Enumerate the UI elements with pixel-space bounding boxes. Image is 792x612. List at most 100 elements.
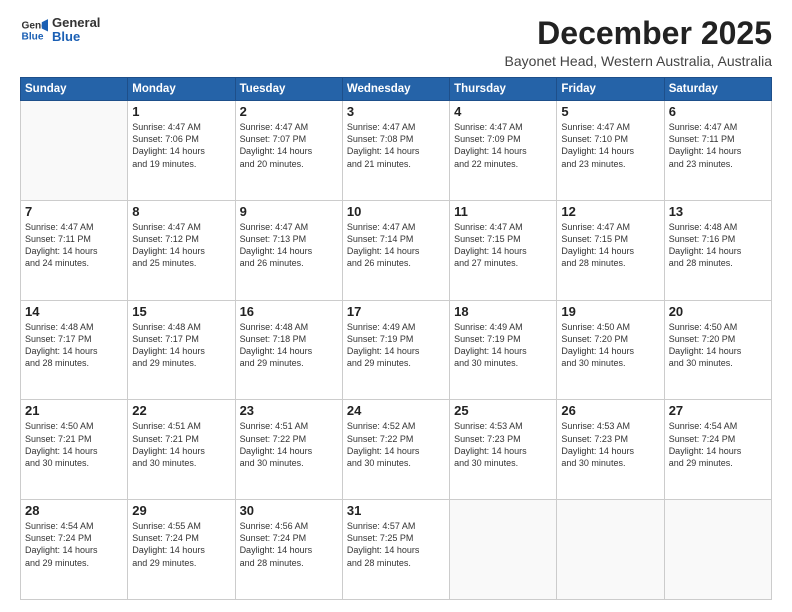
title-block: December 2025 Bayonet Head, Western Aust… [505,16,772,69]
calendar-cell: 6Sunrise: 4:47 AM Sunset: 7:11 PM Daylig… [664,101,771,201]
day-info: Sunrise: 4:52 AM Sunset: 7:22 PM Dayligh… [347,420,445,469]
day-info: Sunrise: 4:50 AM Sunset: 7:20 PM Dayligh… [561,321,659,370]
day-info: Sunrise: 4:49 AM Sunset: 7:19 PM Dayligh… [454,321,552,370]
calendar-cell: 28 Sunrise: 4:54 AM Sunset: 7:24 PM Dayli… [21,500,128,600]
calendar-cell: 11 Sunrise: 4:47 AM Sunset: 7:15 PM Dayli… [450,200,557,300]
calendar-cell [21,101,128,201]
day-info: Sunrise: 4:47 AM Sunset: 7:08 PM Dayligh… [347,121,445,170]
day-info: Sunrise: 4:50 AM Sunset: 7:20 PM Dayligh… [669,321,767,370]
weekday-header-row: SundayMondayTuesdayWednesdayThursdayFrid… [21,78,772,101]
calendar-cell: 9 Sunrise: 4:47 AM Sunset: 7:13 PM Daylig… [235,200,342,300]
weekday-header: Sunday [21,78,128,101]
day-number: 15 [132,304,230,319]
calendar-cell: 1 Sunrise: 4:47 AM Sunset: 7:06 PM Daylig… [128,101,235,201]
day-info: Sunrise: 4:47 AM Sunset: 7:15 PM Dayligh… [454,221,552,270]
logo: General Blue General Blue [20,16,100,45]
day-number: 6 [669,104,767,119]
day-number: 10 [347,204,445,219]
calendar-cell: 27Sunrise: 4:54 AM Sunset: 7:24 PM Dayli… [664,400,771,500]
calendar-cell: 3 Sunrise: 4:47 AM Sunset: 7:08 PM Daylig… [342,101,449,201]
day-info: Sunrise: 4:53 AM Sunset: 7:23 PM Dayligh… [454,420,552,469]
calendar-cell: 30 Sunrise: 4:56 AM Sunset: 7:24 PM Dayli… [235,500,342,600]
day-info: Sunrise: 4:47 AM Sunset: 7:11 PM Dayligh… [25,221,123,270]
calendar-table: SundayMondayTuesdayWednesdayThursdayFrid… [20,77,772,600]
svg-text:Blue: Blue [22,32,44,43]
day-number: 31 [347,503,445,518]
calendar-cell: 31 Sunrise: 4:57 AM Sunset: 7:25 PM Dayli… [342,500,449,600]
day-info: Sunrise: 4:47 AM Sunset: 7:06 PM Dayligh… [132,121,230,170]
calendar-cell: 22 Sunrise: 4:51 AM Sunset: 7:21 PM Dayli… [128,400,235,500]
weekday-header: Wednesday [342,78,449,101]
calendar-week-row: 1 Sunrise: 4:47 AM Sunset: 7:06 PM Daylig… [21,101,772,201]
day-info: Sunrise: 4:49 AM Sunset: 7:19 PM Dayligh… [347,321,445,370]
weekday-header: Monday [128,78,235,101]
day-number: 13 [669,204,767,219]
day-number: 23 [240,403,338,418]
day-number: 14 [25,304,123,319]
day-number: 26 [561,403,659,418]
day-info: Sunrise: 4:47 AM Sunset: 7:13 PM Dayligh… [240,221,338,270]
day-info: Sunrise: 4:48 AM Sunset: 7:17 PM Dayligh… [132,321,230,370]
calendar-week-row: 21Sunrise: 4:50 AM Sunset: 7:21 PM Dayli… [21,400,772,500]
day-number: 18 [454,304,552,319]
weekday-header: Friday [557,78,664,101]
calendar-cell: 12 Sunrise: 4:47 AM Sunset: 7:15 PM Dayli… [557,200,664,300]
day-number: 28 [25,503,123,518]
day-info: Sunrise: 4:47 AM Sunset: 7:14 PM Dayligh… [347,221,445,270]
day-info: Sunrise: 4:47 AM Sunset: 7:10 PM Dayligh… [561,121,659,170]
day-number: 20 [669,304,767,319]
calendar-week-row: 7 Sunrise: 4:47 AM Sunset: 7:11 PM Daylig… [21,200,772,300]
header: General Blue General Blue December 2025 … [20,16,772,69]
day-info: Sunrise: 4:48 AM Sunset: 7:18 PM Dayligh… [240,321,338,370]
calendar-cell: 23Sunrise: 4:51 AM Sunset: 7:22 PM Dayli… [235,400,342,500]
day-number: 17 [347,304,445,319]
calendar-cell: 13Sunrise: 4:48 AM Sunset: 7:16 PM Dayli… [664,200,771,300]
day-number: 9 [240,204,338,219]
day-number: 3 [347,104,445,119]
day-number: 16 [240,304,338,319]
calendar-cell: 10 Sunrise: 4:47 AM Sunset: 7:14 PM Dayli… [342,200,449,300]
calendar-body: 1 Sunrise: 4:47 AM Sunset: 7:06 PM Daylig… [21,101,772,600]
calendar-cell: 24 Sunrise: 4:52 AM Sunset: 7:22 PM Dayli… [342,400,449,500]
day-info: Sunrise: 4:48 AM Sunset: 7:17 PM Dayligh… [25,321,123,370]
day-number: 1 [132,104,230,119]
weekday-header: Tuesday [235,78,342,101]
day-number: 24 [347,403,445,418]
calendar-cell [664,500,771,600]
location-title: Bayonet Head, Western Australia, Austral… [505,53,772,69]
day-number: 7 [25,204,123,219]
calendar-cell: 2Sunrise: 4:47 AM Sunset: 7:07 PM Daylig… [235,101,342,201]
calendar-cell: 15 Sunrise: 4:48 AM Sunset: 7:17 PM Dayli… [128,300,235,400]
month-title: December 2025 [505,16,772,51]
calendar-cell: 18 Sunrise: 4:49 AM Sunset: 7:19 PM Dayli… [450,300,557,400]
calendar-cell: 8Sunrise: 4:47 AM Sunset: 7:12 PM Daylig… [128,200,235,300]
day-number: 5 [561,104,659,119]
calendar-cell: 29 Sunrise: 4:55 AM Sunset: 7:24 PM Dayli… [128,500,235,600]
day-info: Sunrise: 4:57 AM Sunset: 7:25 PM Dayligh… [347,520,445,569]
day-info: Sunrise: 4:47 AM Sunset: 7:07 PM Dayligh… [240,121,338,170]
calendar-cell [557,500,664,600]
day-number: 8 [132,204,230,219]
logo-blue: Blue [52,30,100,44]
day-info: Sunrise: 4:50 AM Sunset: 7:21 PM Dayligh… [25,420,123,469]
day-info: Sunrise: 4:47 AM Sunset: 7:15 PM Dayligh… [561,221,659,270]
calendar-cell: 21Sunrise: 4:50 AM Sunset: 7:21 PM Dayli… [21,400,128,500]
logo-icon: General Blue [20,16,48,44]
day-info: Sunrise: 4:55 AM Sunset: 7:24 PM Dayligh… [132,520,230,569]
calendar-cell: 7 Sunrise: 4:47 AM Sunset: 7:11 PM Daylig… [21,200,128,300]
day-number: 11 [454,204,552,219]
calendar-cell: 14 Sunrise: 4:48 AM Sunset: 7:17 PM Dayli… [21,300,128,400]
calendar-cell: 20 Sunrise: 4:50 AM Sunset: 7:20 PM Dayli… [664,300,771,400]
day-info: Sunrise: 4:54 AM Sunset: 7:24 PM Dayligh… [25,520,123,569]
day-number: 19 [561,304,659,319]
day-number: 29 [132,503,230,518]
day-number: 22 [132,403,230,418]
day-number: 30 [240,503,338,518]
calendar-cell: 16 Sunrise: 4:48 AM Sunset: 7:18 PM Dayli… [235,300,342,400]
day-info: Sunrise: 4:56 AM Sunset: 7:24 PM Dayligh… [240,520,338,569]
day-number: 12 [561,204,659,219]
calendar-cell: 4Sunrise: 4:47 AM Sunset: 7:09 PM Daylig… [450,101,557,201]
day-info: Sunrise: 4:47 AM Sunset: 7:09 PM Dayligh… [454,121,552,170]
day-info: Sunrise: 4:51 AM Sunset: 7:21 PM Dayligh… [132,420,230,469]
weekday-header: Saturday [664,78,771,101]
